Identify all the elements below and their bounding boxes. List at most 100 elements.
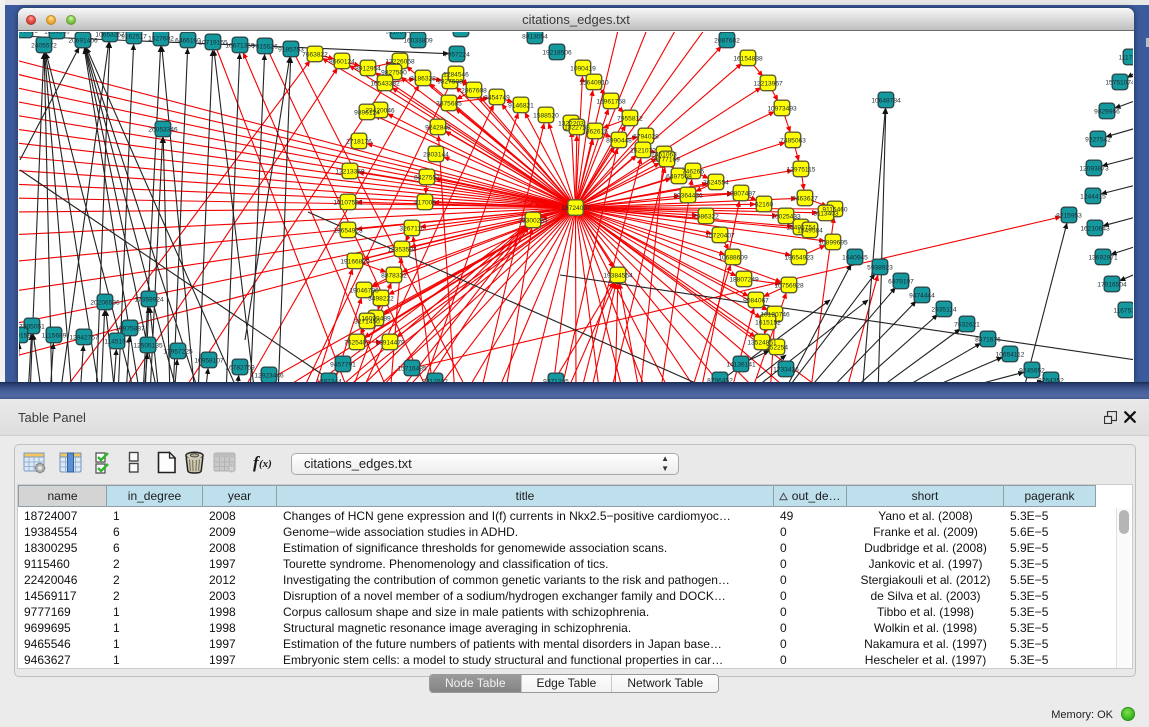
svg-text:19046786: 19046786 xyxy=(349,287,379,294)
svg-text:12093873: 12093873 xyxy=(1079,165,1109,172)
svg-text:19384554: 19384554 xyxy=(603,272,633,279)
svg-text:9827500: 9827500 xyxy=(381,69,407,76)
svg-text:1244415: 1244415 xyxy=(1080,193,1106,200)
svg-text:19166829: 19166829 xyxy=(340,258,370,265)
svg-text:25300235: 25300235 xyxy=(518,217,548,224)
svg-text:1615152: 1615152 xyxy=(755,319,781,326)
svg-text:6466160: 6466160 xyxy=(175,37,201,44)
svg-text:12942757: 12942757 xyxy=(69,334,99,341)
svg-text:12213369: 12213369 xyxy=(335,168,365,175)
svg-text:1284546: 1284546 xyxy=(443,71,469,78)
svg-text:13226058: 13226058 xyxy=(385,58,415,65)
svg-text:9829966: 9829966 xyxy=(1094,108,1120,115)
svg-text:7663822: 7663822 xyxy=(302,51,328,58)
svg-text:9896124: 9896124 xyxy=(354,109,380,116)
svg-text:12975115: 12975115 xyxy=(787,166,816,173)
svg-text:17359924: 17359924 xyxy=(134,296,164,303)
svg-text:9242848: 9242848 xyxy=(425,124,451,131)
svg-text:10973493: 10973493 xyxy=(767,105,797,112)
svg-text:2093381: 2093381 xyxy=(19,32,38,34)
svg-text:10654112: 10654112 xyxy=(996,351,1025,358)
svg-text:3498222: 3498222 xyxy=(368,295,394,302)
svg-text:6794028: 6794028 xyxy=(633,133,659,140)
svg-text:20206536: 20206536 xyxy=(90,299,120,306)
svg-text:17957225: 17957225 xyxy=(163,348,193,355)
svg-text:9118304: 9118304 xyxy=(385,32,411,35)
svg-text:1733426: 1733426 xyxy=(773,366,799,373)
svg-text:9245652: 9245652 xyxy=(1019,367,1045,374)
svg-text:8186328: 8186328 xyxy=(410,75,436,82)
svg-text:5938923: 5938923 xyxy=(867,264,893,271)
svg-text:16033809: 16033809 xyxy=(403,37,433,44)
svg-text:1854309: 1854309 xyxy=(44,32,70,35)
svg-text:1588520: 1588520 xyxy=(533,112,559,119)
svg-text:1527602: 1527602 xyxy=(148,35,174,42)
svg-text:9227542: 9227542 xyxy=(1085,136,1111,143)
svg-text:17016504: 17016504 xyxy=(1097,281,1127,288)
svg-text:20691406: 20691406 xyxy=(68,37,98,44)
svg-text:1549584: 1549584 xyxy=(797,227,823,234)
svg-text:8912954: 8912954 xyxy=(355,65,381,72)
svg-text:7515526: 7515526 xyxy=(252,43,278,50)
svg-text:8427552: 8427552 xyxy=(414,174,440,181)
svg-text:9162517: 9162517 xyxy=(121,33,147,40)
svg-text:8813054: 8813054 xyxy=(522,33,548,40)
svg-text:10648784: 10648784 xyxy=(871,97,901,104)
svg-text:10756928: 10756928 xyxy=(774,282,804,289)
svg-text:14136141: 14136141 xyxy=(726,361,756,368)
svg-text:16961758: 16961758 xyxy=(596,98,626,105)
svg-text:15720407: 15720407 xyxy=(705,232,735,239)
svg-text:2405572: 2405572 xyxy=(31,42,57,49)
svg-text:9146821: 9146821 xyxy=(508,102,534,109)
svg-text:8215953: 8215953 xyxy=(1056,212,1082,219)
svg-text:3113403: 3113403 xyxy=(813,210,839,217)
svg-text:16782759: 16782759 xyxy=(225,364,255,371)
svg-text:7357224: 7357224 xyxy=(444,51,470,58)
svg-text:15751074: 15751074 xyxy=(1105,79,1133,86)
svg-text:19218506: 19218506 xyxy=(542,49,572,56)
svg-text:18724007: 18724007 xyxy=(561,205,591,212)
svg-text:7485063: 7485063 xyxy=(780,137,806,144)
svg-text:3267110: 3267110 xyxy=(399,225,425,232)
svg-text:16543382: 16543382 xyxy=(370,80,400,87)
svg-text:1115689: 1115689 xyxy=(42,332,67,339)
svg-text:62160: 62160 xyxy=(755,201,774,208)
svg-text:417006: 417006 xyxy=(414,199,436,206)
svg-text:10025433: 10025433 xyxy=(771,213,801,220)
svg-text:3271450: 3271450 xyxy=(354,318,380,325)
svg-text:1117404: 1117404 xyxy=(1119,54,1133,61)
svg-text:16154838: 16154838 xyxy=(733,55,763,62)
svg-text:18807249: 18807249 xyxy=(729,276,759,283)
svg-text:10688609: 10688609 xyxy=(718,254,748,261)
svg-text:(x): (x) xyxy=(259,458,272,470)
svg-text:1362615: 1362615 xyxy=(582,128,608,135)
svg-text:7955812: 7955812 xyxy=(617,115,643,122)
svg-text:7632621: 7632621 xyxy=(954,321,980,328)
svg-text:16120746: 16120746 xyxy=(760,311,790,318)
svg-text:8471676: 8471676 xyxy=(975,336,1001,343)
svg-text:9457791: 9457791 xyxy=(330,361,356,368)
svg-text:9827508: 9827508 xyxy=(437,78,463,85)
svg-text:19654923: 19654923 xyxy=(333,227,363,234)
svg-text:8660124: 8660124 xyxy=(329,58,355,65)
svg-text:8878332: 8878332 xyxy=(381,272,407,279)
svg-text:10958107: 10958107 xyxy=(194,357,224,364)
svg-text:10671355: 10671355 xyxy=(225,42,255,49)
svg-text:19654923: 19654923 xyxy=(784,254,814,261)
svg-text:3624554: 3624554 xyxy=(703,179,729,186)
svg-text:12505135: 12505135 xyxy=(133,342,163,349)
svg-text:2935114: 2935114 xyxy=(931,306,957,313)
svg-text:15716485: 15716485 xyxy=(397,365,427,372)
svg-text:26053346: 26053346 xyxy=(148,126,178,133)
svg-text:3875685: 3875685 xyxy=(436,100,462,107)
svg-text:1145194: 1145194 xyxy=(104,338,130,345)
svg-text:9185753: 9185753 xyxy=(278,46,304,53)
svg-text:746266: 746266 xyxy=(682,168,704,175)
svg-text:7625402: 7625402 xyxy=(344,339,370,346)
svg-text:12923446: 12923446 xyxy=(254,372,284,379)
svg-text:13692971: 13692971 xyxy=(1088,254,1118,261)
svg-text:8454749: 8454749 xyxy=(484,94,510,101)
svg-text:1090419: 1090419 xyxy=(570,65,596,72)
svg-text:8990448: 8990448 xyxy=(606,137,632,144)
svg-text:10107552: 10107552 xyxy=(333,199,363,206)
